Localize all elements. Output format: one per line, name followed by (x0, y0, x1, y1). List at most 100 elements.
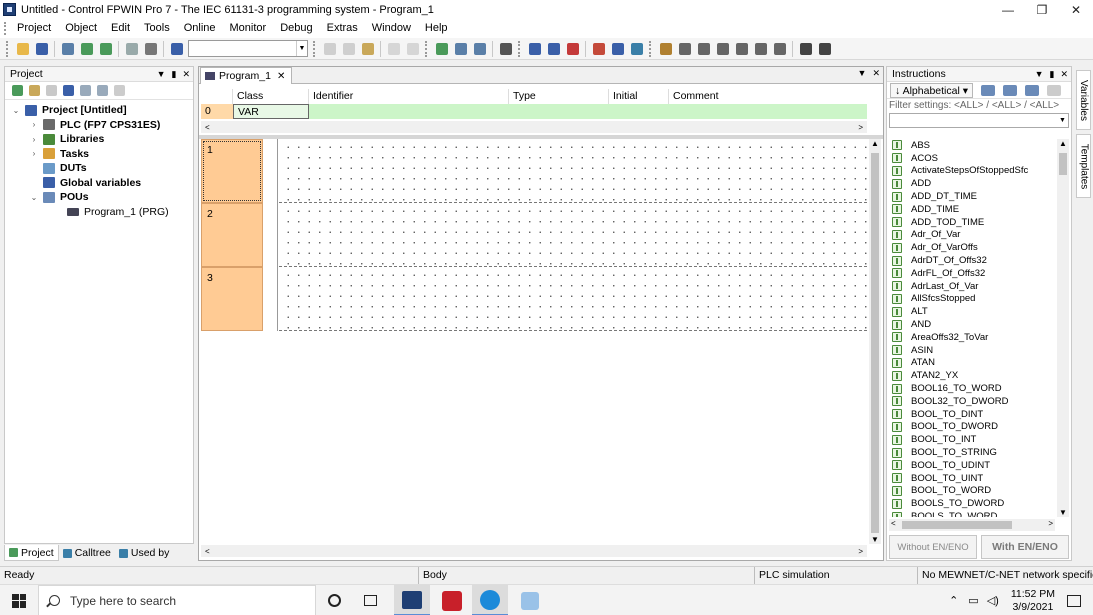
close-icon[interactable]: ✕ (1060, 67, 1068, 82)
instruction-item[interactable]: BOOL_TO_DINT (889, 408, 1057, 421)
chevron-down-icon[interactable]: ▼ (1057, 114, 1068, 127)
scroll-up-icon[interactable]: ▲ (869, 139, 881, 148)
instruction-item[interactable]: BOOL16_TO_WORD (889, 382, 1057, 395)
compile-object-icon[interactable] (63, 85, 74, 96)
contact-icon[interactable] (695, 40, 712, 57)
decl-cell-comment[interactable] (669, 104, 867, 119)
network[interactable]: 3 (201, 267, 867, 331)
decl-cell-class[interactable]: VAR (233, 104, 309, 119)
instruction-item[interactable]: ADD_DT_TIME (889, 190, 1057, 203)
undo-icon[interactable] (385, 40, 402, 57)
network-grid[interactable] (279, 139, 867, 203)
tab-variables[interactable]: Variables (1076, 70, 1091, 130)
close-icon[interactable]: ✕ (277, 71, 285, 82)
tab-used-by[interactable]: Used by (115, 545, 174, 561)
instruction-item[interactable]: ATAN2_YX (889, 369, 1057, 382)
tree-item-duts[interactable]: DUTs (5, 161, 193, 176)
instruction-item[interactable]: ASIN (889, 344, 1057, 357)
instruction-item[interactable]: BOOL_TO_STRING (889, 446, 1057, 459)
instruction-item[interactable]: Adr_Of_VarOffs (889, 241, 1057, 254)
redo-icon[interactable] (404, 40, 421, 57)
scroll-right-icon[interactable]: > (858, 123, 863, 132)
scroll-down-icon[interactable]: ▼ (869, 535, 881, 544)
pen-icon[interactable] (657, 40, 674, 57)
decl-cell-identifier[interactable] (309, 104, 509, 119)
instruction-item[interactable]: AdrDT_Of_Offs32 (889, 254, 1057, 267)
instruction-item[interactable]: ABS (889, 139, 1057, 152)
insert-network-icon[interactable] (526, 40, 543, 57)
with-en-eno-button[interactable]: With EN/ENO (981, 535, 1069, 559)
menu-tools[interactable]: Tools (137, 19, 177, 38)
instruction-item[interactable]: AreaOffs32_ToVar (889, 331, 1057, 344)
chevron-right-icon[interactable]: › (29, 149, 39, 158)
group-icon[interactable] (1003, 84, 1018, 96)
chevron-right-icon[interactable]: › (29, 120, 39, 129)
network-grid[interactable] (279, 203, 867, 267)
chevron-down-icon[interactable]: ⌄ (29, 193, 39, 202)
instruction-icon[interactable] (628, 40, 645, 57)
instruction-item[interactable]: AdrLast_Of_Var (889, 280, 1057, 293)
instruction-item[interactable]: BOOL_TO_UDINT (889, 459, 1057, 472)
menu-edit[interactable]: Edit (104, 19, 137, 38)
instruction-item[interactable]: ADD_TIME (889, 203, 1057, 216)
find-combo[interactable]: ▼ (188, 40, 308, 57)
menu-debug[interactable]: Debug (273, 19, 319, 38)
check-object-icon[interactable] (80, 85, 91, 96)
variable-icon[interactable] (609, 40, 626, 57)
tree-item-plc[interactable]: › PLC (FP7 CPS31ES) (5, 118, 193, 133)
close-icon[interactable]: ✕ (182, 67, 190, 82)
insert-network-after-icon[interactable] (545, 40, 562, 57)
line-icon[interactable] (676, 40, 693, 57)
menu-object[interactable]: Object (58, 19, 104, 38)
instruction-item[interactable]: BOOLS_TO_DWORD (889, 497, 1057, 510)
scroll-left-icon[interactable]: < (205, 547, 210, 556)
cortana-button[interactable] (316, 585, 352, 615)
network-number[interactable]: 3 (201, 267, 263, 331)
build-icon[interactable] (78, 40, 95, 57)
instruction-item[interactable]: ALT (889, 305, 1057, 318)
tree-item-program-1[interactable]: Program_1 (PRG) (5, 205, 193, 220)
editor-horizontal-scrollbar[interactable]: < > (201, 545, 867, 557)
instruction-item[interactable]: ACOS (889, 152, 1057, 165)
maximize-button[interactable]: ❐ (1025, 0, 1059, 19)
volume-icon[interactable]: ◁) (987, 594, 999, 607)
clock[interactable]: 11:52 PM 3/9/2021 (1011, 588, 1055, 614)
toolbar-grip[interactable] (518, 40, 522, 57)
pin-icon[interactable]: ▮ (1050, 67, 1055, 82)
tab-project[interactable]: Project (4, 545, 59, 561)
upload-icon[interactable] (471, 40, 488, 57)
tray-chevron-up-icon[interactable]: ⌃ (949, 594, 958, 607)
taskbar-app-fpwin[interactable] (394, 585, 430, 615)
toolbar-grip[interactable] (425, 40, 429, 57)
menu-help[interactable]: Help (418, 19, 455, 38)
tab-calltree[interactable]: Calltree (59, 545, 115, 561)
menu-project[interactable]: Project (10, 19, 58, 38)
start-button[interactable] (0, 585, 38, 615)
decl-col-comment[interactable]: Comment (669, 89, 867, 104)
task-view-button[interactable] (352, 585, 388, 615)
tree-item-pous[interactable]: ⌄ POUs (5, 190, 193, 205)
instructions-vertical-scrollbar[interactable]: ▲ ▼ (1057, 139, 1069, 517)
close-button[interactable]: ✕ (1059, 0, 1093, 19)
collapse-icon[interactable] (816, 40, 833, 57)
chevron-down-icon[interactable]: ▼ (858, 68, 867, 79)
online-icon[interactable] (433, 40, 450, 57)
instruction-item[interactable]: BOOLS_TO_WORD (889, 510, 1057, 517)
chevron-down-icon[interactable]: ▼ (157, 67, 166, 82)
toolbar-grip[interactable] (649, 40, 653, 57)
edit-mode-icon[interactable] (590, 40, 607, 57)
instruction-item[interactable]: AND (889, 318, 1057, 331)
monitor-icon[interactable] (497, 40, 514, 57)
filter-combo[interactable]: ▼ (889, 113, 1069, 128)
taskbar-app-edge[interactable] (472, 585, 508, 615)
add-object-icon[interactable] (12, 85, 23, 96)
declaration-scrollbar[interactable]: < > (201, 121, 867, 133)
coil-icon[interactable] (714, 40, 731, 57)
rebuild-icon[interactable] (97, 40, 114, 57)
cut-icon[interactable] (321, 40, 338, 57)
delete-network-icon[interactable] (564, 40, 581, 57)
tree-item-global-variables[interactable]: Global variables (5, 176, 193, 191)
instruction-item[interactable]: BOOL_TO_WORD (889, 485, 1057, 498)
tree-item-libraries[interactable]: › Libraries (5, 132, 193, 147)
checkmark-icon[interactable] (114, 85, 125, 96)
